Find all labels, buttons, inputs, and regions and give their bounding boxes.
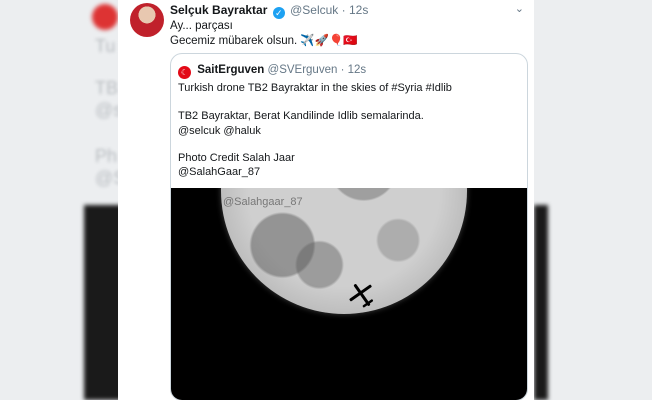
ghost-photo: [534, 205, 548, 400]
separator-dot: ·: [341, 3, 346, 17]
ghost-text: Tu: [95, 36, 116, 56]
tweet-header: Selçuk Bayraktar ✓ @Selcuk · 12s: [170, 3, 368, 19]
author-name[interactable]: Selçuk Bayraktar: [170, 3, 267, 17]
ghost-text: Ph: [95, 146, 118, 166]
tweet-text-line2: Gecemiz mübarek olsun. ✈️🚀🎈🇹🇷: [170, 34, 358, 48]
ghost-text: @S: [95, 168, 118, 188]
drone-silhouette-icon: [349, 284, 374, 308]
avatar[interactable]: [130, 3, 164, 37]
ghost-avatar: [92, 4, 118, 30]
ghost-photo: [84, 205, 118, 400]
ghost-text: @s: [95, 100, 118, 120]
turkish-flag-avatar-icon[interactable]: ☾: [178, 66, 191, 79]
ghost-text: TB: [95, 78, 118, 98]
chevron-down-icon[interactable]: ⌄: [515, 2, 524, 15]
verified-badge-icon: ✓: [272, 7, 285, 19]
tweet-text-line1: Ay... parçası: [170, 20, 233, 32]
quoted-text-line[interactable]: @SalahGaar_87: [178, 165, 260, 179]
quoted-author-name[interactable]: SaitErguven: [197, 64, 264, 76]
separator-dot: ·: [340, 64, 345, 76]
quoted-header: ☾ SaitErguven @SVErguven · 12s: [178, 63, 366, 79]
quoted-time[interactable]: 12s: [348, 64, 367, 76]
tweet-card[interactable]: Selçuk Bayraktar ✓ @Selcuk · 12s ⌄ Ay...…: [118, 0, 534, 400]
author-handle[interactable]: @Selcuk: [290, 3, 338, 17]
quoted-tweet[interactable]: ☾ SaitErguven @SVErguven · 12s Turkish d…: [170, 53, 528, 400]
quoted-text-line[interactable]: @selcuk @haluk: [178, 124, 261, 138]
tweet-photo[interactable]: @Salahgaar_87: [171, 188, 527, 400]
tweet-time[interactable]: 12s: [349, 3, 368, 17]
emoji-row: ✈️🚀🎈🇹🇷: [300, 35, 358, 47]
quoted-text-line: Photo Credit Salah Jaar: [178, 152, 295, 164]
photo-watermark: @Salahgaar_87: [223, 196, 303, 208]
quoted-text-line: TB2 Bayraktar, Berat Kandilinde Idlib se…: [178, 110, 424, 122]
background-left: Tu TB @s Ph @S: [0, 0, 118, 400]
quoted-author-handle[interactable]: @SVErguven: [268, 64, 338, 76]
tweet-text: Gecemiz mübarek olsun.: [170, 35, 298, 47]
quoted-text-line: Turkish drone TB2 Bayraktar in the skies…: [178, 82, 452, 94]
background-right: [534, 0, 652, 400]
